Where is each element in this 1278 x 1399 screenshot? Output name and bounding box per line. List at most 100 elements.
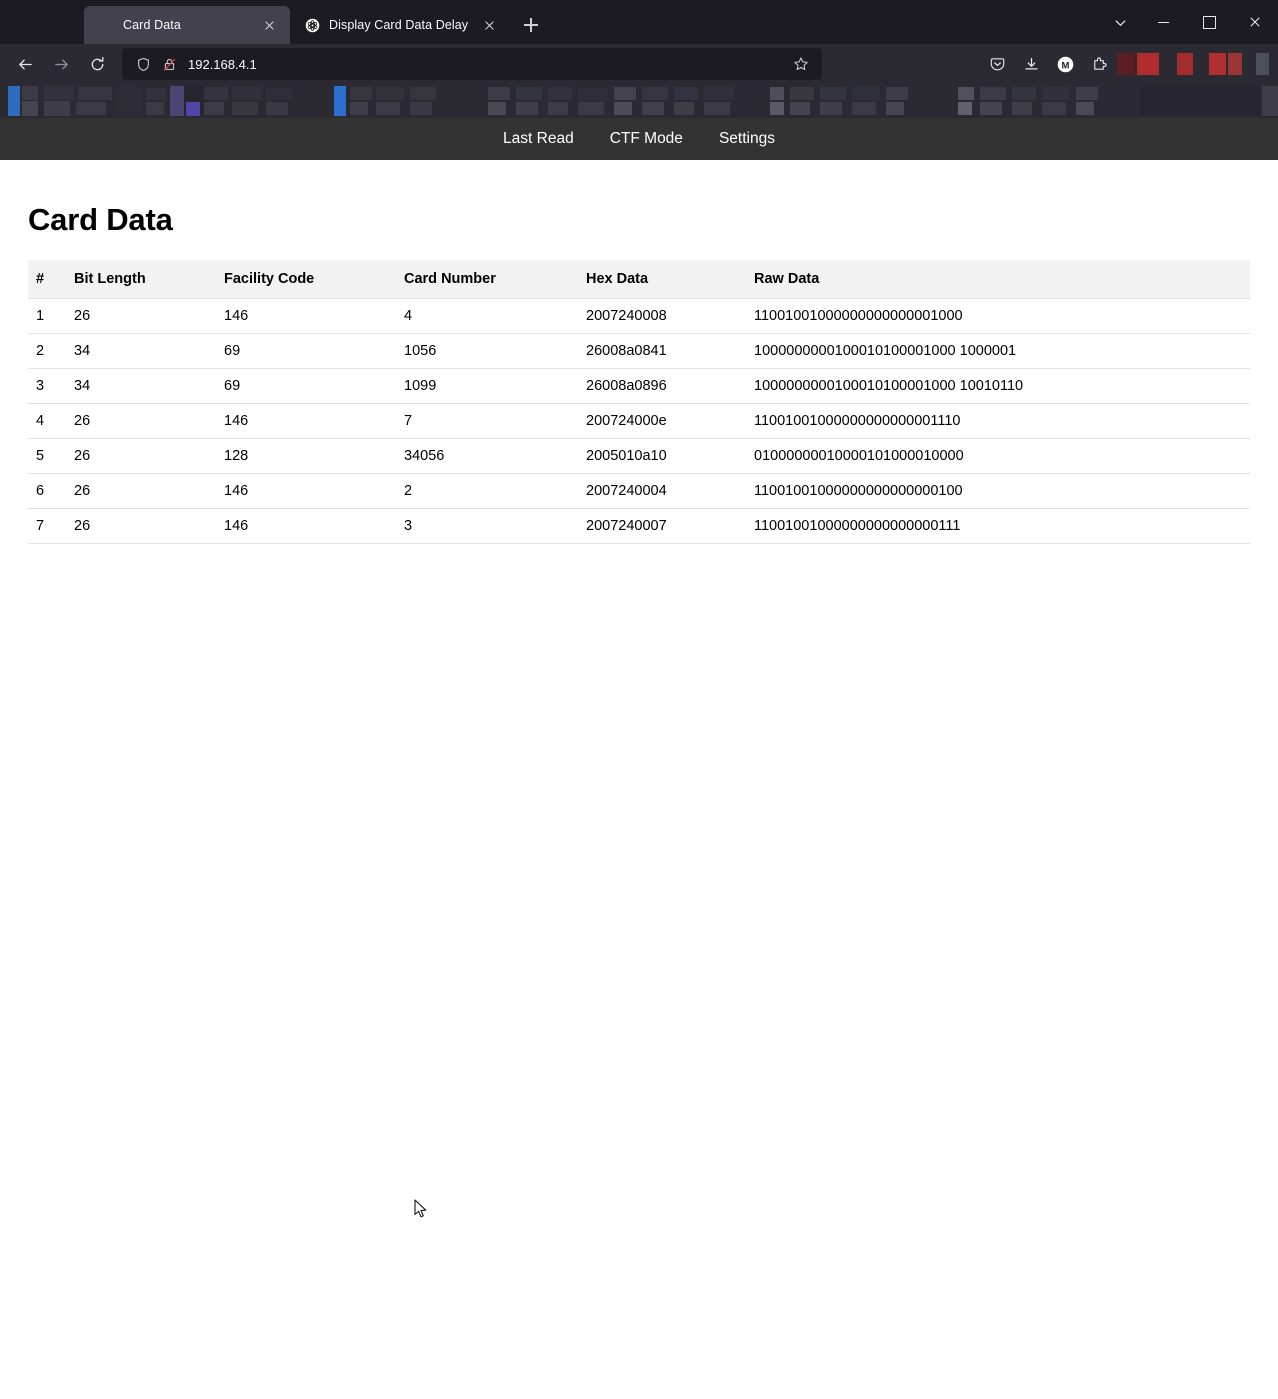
nav-link-settings[interactable]: Settings [701,118,793,160]
url-text[interactable]: 192.168.4.1 [182,57,788,72]
cell-facility-code: 69 [216,333,396,369]
page-viewport: Last Read CTF Mode Settings Card Data # … [0,118,1278,1397]
cell-hex-data: 2007240004 [578,473,746,509]
table-row: 6 26 146 2 2007240004 110010010000000000… [28,473,1250,509]
account-icon[interactable]: M [1048,48,1082,80]
tab-title: Display Card Data Delay [329,18,469,32]
cell-index: 5 [28,438,66,474]
window-maximize-button[interactable] [1186,0,1232,44]
cell-bit-length: 26 [66,473,216,509]
card-data-table: # Bit Length Facility Code Card Number H… [28,260,1250,544]
cell-index: 6 [28,473,66,509]
lock-crossed-out-icon[interactable] [156,57,182,72]
column-header-hex-data: Hex Data [578,260,746,299]
cell-hex-data: 2007240007 [578,508,746,544]
redacted-extension-icons [1116,44,1270,84]
cell-facility-code: 69 [216,368,396,404]
nav-link-ctf-mode[interactable]: CTF Mode [592,118,701,160]
window-minimize-button[interactable] [1140,0,1186,44]
cell-bit-length: 26 [66,403,216,439]
cell-index: 2 [28,333,66,369]
cell-card-number: 1099 [396,368,578,404]
shield-icon[interactable] [130,57,156,72]
cell-raw-data: 1000000000100010100001000 10010110 [746,368,1250,404]
column-header-raw-data: Raw Data [746,260,1250,299]
cell-hex-data: 200724000e [578,403,746,439]
cell-bit-length: 26 [66,298,216,334]
cell-raw-data: 11001001000000000000000100 [746,473,1250,509]
cell-index: 3 [28,368,66,404]
tab-close-icon[interactable] [478,14,500,36]
extensions-icon[interactable] [1082,48,1116,80]
cell-card-number: 4 [396,298,578,334]
account-initial-text: M [1061,60,1069,71]
column-header-facility-code: Facility Code [216,260,396,299]
cell-bit-length: 34 [66,368,216,404]
site-navigation: Last Read CTF Mode Settings [0,118,1278,160]
cell-facility-code: 146 [216,508,396,544]
cell-bit-length: 26 [66,508,216,544]
forward-arrow-icon[interactable] [44,48,78,80]
back-arrow-icon[interactable] [8,48,42,80]
cell-card-number: 1056 [396,333,578,369]
cell-hex-data: 2007240008 [578,298,746,334]
window-controls [1100,0,1278,44]
cell-raw-data: 11001001000000000000000111 [746,508,1250,544]
cell-index: 4 [28,403,66,439]
tab-card-data[interactable]: Card Data [84,6,290,44]
cell-card-number: 34056 [396,438,578,474]
pocket-icon[interactable] [980,48,1014,80]
new-tab-button[interactable] [520,14,542,36]
cell-index: 7 [28,508,66,544]
table-body: 1 26 146 4 2007240008 110010010000000000… [28,298,1250,544]
page-content: Card Data # Bit Length Facility Code Car… [0,202,1278,544]
cell-facility-code: 146 [216,403,396,439]
toolbar-icons: M [980,44,1270,84]
cell-bit-length: 34 [66,333,216,369]
column-header-card-number: Card Number [396,260,578,299]
table-row: 5 26 128 34056 2005010a10 01000000010000… [28,438,1250,474]
cell-raw-data: 11001001000000000000001000 [746,298,1250,334]
cell-index: 1 [28,298,66,334]
tab-close-icon[interactable] [258,14,280,36]
url-bar[interactable]: 192.168.4.1 [122,48,822,80]
cell-card-number: 7 [396,403,578,439]
cell-hex-data: 26008a0841 [578,333,746,369]
cell-hex-data: 2005010a10 [578,438,746,474]
tab-display-card-data-delay[interactable]: Display Card Data Delay [290,6,510,44]
table-row: 1 26 146 4 2007240008 110010010000000000… [28,298,1250,334]
cell-raw-data: 01000000010000101000010000 [746,438,1250,474]
downloads-icon[interactable] [1014,48,1048,80]
table-row: 7 26 146 3 2007240007 110010010000000000… [28,508,1250,544]
table-row: 4 26 146 7 200724000e 110010010000000000… [28,403,1250,439]
tab-title: Card Data [123,18,181,32]
table-header-row: # Bit Length Facility Code Card Number H… [28,260,1250,299]
column-header-bit-length: Bit Length [66,260,216,299]
window-close-button[interactable] [1232,0,1278,44]
star-icon[interactable] [788,56,814,72]
cell-bit-length: 26 [66,438,216,474]
cell-raw-data: 11001001000000000000001110 [746,403,1250,439]
cell-facility-code: 146 [216,298,396,334]
table-row: 2 34 69 1056 26008a0841 1000000000100010… [28,333,1250,369]
cell-facility-code: 146 [216,473,396,509]
navigation-toolbar: 192.168.4.1 M [0,44,1278,84]
tab-strip: Card Data Display Card Data Delay [0,0,1278,44]
tab-favicon-blank [98,17,114,33]
cell-facility-code: 128 [216,438,396,474]
table-row: 3 34 69 1099 26008a0896 1000000000100010… [28,368,1250,404]
openai-icon [304,17,320,33]
page-title: Card Data [28,202,173,237]
table-header: # Bit Length Facility Code Card Number H… [28,260,1250,299]
bookmarks-bar[interactable] [0,84,1278,118]
cell-card-number: 2 [396,473,578,509]
cell-raw-data: 1000000000100010100001000 1000001 [746,333,1250,369]
chevron-down-icon[interactable] [1100,2,1140,42]
mouse-cursor [414,1199,428,1220]
nav-link-last-read[interactable]: Last Read [485,118,592,160]
cell-hex-data: 26008a0896 [578,368,746,404]
column-header-index: # [28,260,66,299]
cell-card-number: 3 [396,508,578,544]
browser-chrome: Card Data Display Card Data Delay 192.16… [0,0,1278,118]
reload-icon[interactable] [80,48,114,80]
